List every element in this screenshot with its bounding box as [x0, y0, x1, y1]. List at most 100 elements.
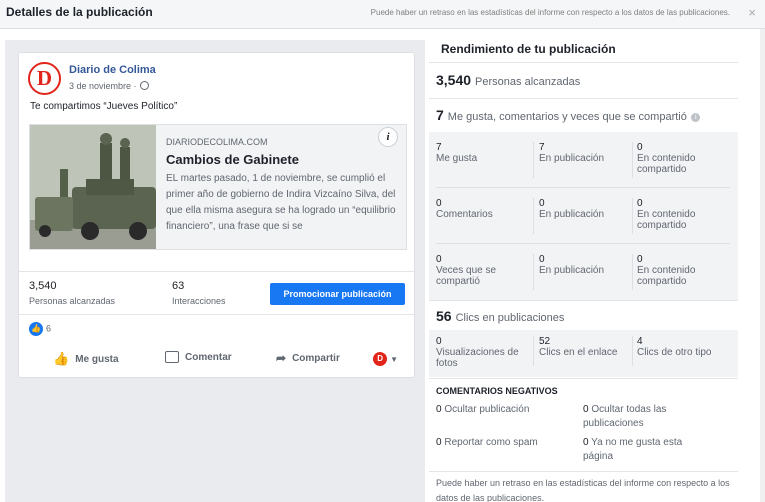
cell-value: 4	[637, 336, 643, 347]
divider	[436, 243, 730, 244]
divider	[429, 98, 738, 99]
cell-value: 0	[436, 404, 442, 415]
interactions-label: Interacciones	[172, 296, 226, 306]
engagement-value: 7	[436, 107, 444, 123]
share-icon: ➦	[276, 351, 287, 365]
thumbs-up-icon: 👍	[53, 351, 70, 366]
comment-icon	[165, 351, 179, 363]
cell-value: 0	[539, 254, 545, 265]
divider	[632, 142, 633, 178]
hide-post-item: 0 Ocultar publicación	[436, 403, 566, 417]
post-stats-row: 3,540 Personas alcanzadas 63 Interaccion…	[19, 271, 414, 315]
chevron-down-icon: ▼	[390, 354, 398, 364]
cell-value: 7	[539, 142, 545, 153]
clicks-label: Clics en publicaciones	[455, 312, 565, 324]
cell-label: Clics en el enlace	[539, 347, 618, 358]
reach-metric: 3,540 Personas alcanzadas	[436, 72, 580, 90]
post-card: D Diario de Colima 3 de noviembre · Te c…	[18, 52, 415, 378]
hide-all-posts-item: 0 Ocultar todas las publicaciones	[583, 403, 713, 431]
link-description: EL martes pasado, 1 de noviembre, se cum…	[166, 173, 396, 232]
unlike-page-item: 0 Ya no me gusta esta página	[583, 436, 713, 464]
clicks-value: 56	[436, 308, 452, 324]
like-label: Me gusta	[75, 353, 119, 365]
engagement-metric: 7 Me gusta, comentarios y veces que se co…	[436, 107, 701, 125]
cell-label: Clics de otro tipo	[637, 347, 712, 358]
page-avatar[interactable]: D	[28, 62, 61, 95]
cell-value: 0	[637, 198, 643, 209]
comments-on-shares-cell: 0 En contenido compartido	[637, 198, 727, 231]
share-label: Compartir	[292, 352, 340, 364]
military-vehicles-image	[30, 125, 156, 249]
scrollbar[interactable]	[760, 29, 765, 502]
cell-value: 0	[436, 437, 442, 448]
cell-label: Ocultar todas las publicaciones	[583, 404, 667, 429]
likes-on-shares-cell: 0 En contenido compartido	[637, 142, 727, 175]
promote-button[interactable]: Promocionar publicación	[270, 283, 405, 305]
info-icon[interactable]: i	[691, 113, 701, 122]
divider	[533, 198, 534, 234]
cell-label: Visualizaciones de fotos	[436, 347, 519, 369]
cell-value: 0	[583, 404, 589, 415]
like-reaction-icon: 👍	[29, 322, 43, 336]
info-icon[interactable]: i	[378, 127, 398, 147]
identity-switcher[interactable]: D ▼	[373, 352, 398, 366]
link-title: Cambios de Gabinete	[166, 152, 299, 167]
cell-value: 0	[539, 198, 545, 209]
link-clicks-cell: 52 Clics en el enlace	[539, 336, 634, 358]
likes-on-post-cell: 7 En publicación	[539, 142, 634, 164]
footer-delay-notice: Puede haber un retraso en las estadístic…	[436, 478, 730, 502]
divider	[533, 254, 534, 290]
clicks-metric: 56 Clics en publicaciones	[436, 308, 564, 326]
cell-value: 52	[539, 336, 551, 347]
photo-views-cell: 0 Visualizaciones de fotos	[436, 336, 533, 369]
comments-cell: 0 Comentarios	[436, 198, 531, 220]
cell-label: En contenido compartido	[637, 265, 696, 287]
share-button[interactable]: ➦ Compartir	[276, 351, 340, 365]
reactions-summary[interactable]: 👍 6	[29, 322, 51, 336]
cell-label: En contenido compartido	[637, 153, 696, 175]
divider	[429, 471, 738, 472]
divider	[429, 378, 738, 379]
identity-avatar: D	[373, 352, 388, 366]
cell-label: En publicación	[539, 153, 605, 164]
cell-value: 0	[583, 437, 589, 448]
divider	[436, 187, 730, 188]
cell-label: Ya no me gusta esta página	[583, 437, 683, 462]
delay-notice: Puede haber un retraso en las estadístic…	[370, 8, 730, 17]
link-thumbnail[interactable]	[30, 125, 156, 249]
reach-metric-label: Personas alcanzadas	[475, 76, 581, 88]
dialog-header: Detalles de la publicación Puede haber u…	[0, 0, 765, 29]
post-date-text: 3 de noviembre ·	[69, 81, 137, 91]
reach-metric-value: 3,540	[436, 72, 472, 88]
close-icon[interactable]: ×	[748, 5, 756, 20]
reaction-count: 6	[46, 323, 52, 334]
divider	[429, 300, 738, 301]
like-button[interactable]: 👍 Me gusta	[53, 351, 119, 367]
cell-label: Me gusta	[436, 153, 478, 164]
cell-label: Veces que se compartió	[436, 265, 497, 287]
engagement-label: Me gusta, comentarios y veces que se com…	[447, 111, 687, 123]
globe-icon	[139, 81, 149, 90]
reach-value: 3,540	[29, 280, 57, 292]
comments-on-post-cell: 0 En publicación	[539, 198, 634, 220]
divider	[533, 336, 534, 366]
divider	[429, 62, 738, 63]
report-spam-item: 0 Reportar como spam	[436, 436, 566, 450]
comment-label: Comentar	[185, 351, 232, 363]
cell-value: 0	[436, 254, 442, 265]
post-text: Te compartimos “Jueves Político”	[30, 101, 178, 112]
cell-label: En publicación	[539, 209, 605, 220]
cell-label: Comentarios	[436, 209, 493, 220]
cell-label: Reportar como spam	[444, 437, 538, 448]
likes-cell: 7 Me gusta	[436, 142, 531, 164]
performance-pane: Rendimiento de tu publicación 3,540 Perso…	[429, 40, 738, 502]
interactions-value: 63	[172, 280, 185, 292]
page-name-link[interactable]: Diario de Colima	[69, 64, 156, 76]
divider	[632, 336, 633, 366]
post-date[interactable]: 3 de noviembre ·	[69, 81, 149, 91]
comment-button[interactable]: Comentar	[165, 351, 232, 363]
divider	[632, 254, 633, 290]
link-preview[interactable]: DIARIODECOLIMA.COM Cambios de Gabinete E…	[29, 124, 407, 250]
cell-value: 0	[436, 336, 442, 347]
performance-title: Rendimiento de tu publicación	[441, 42, 616, 56]
